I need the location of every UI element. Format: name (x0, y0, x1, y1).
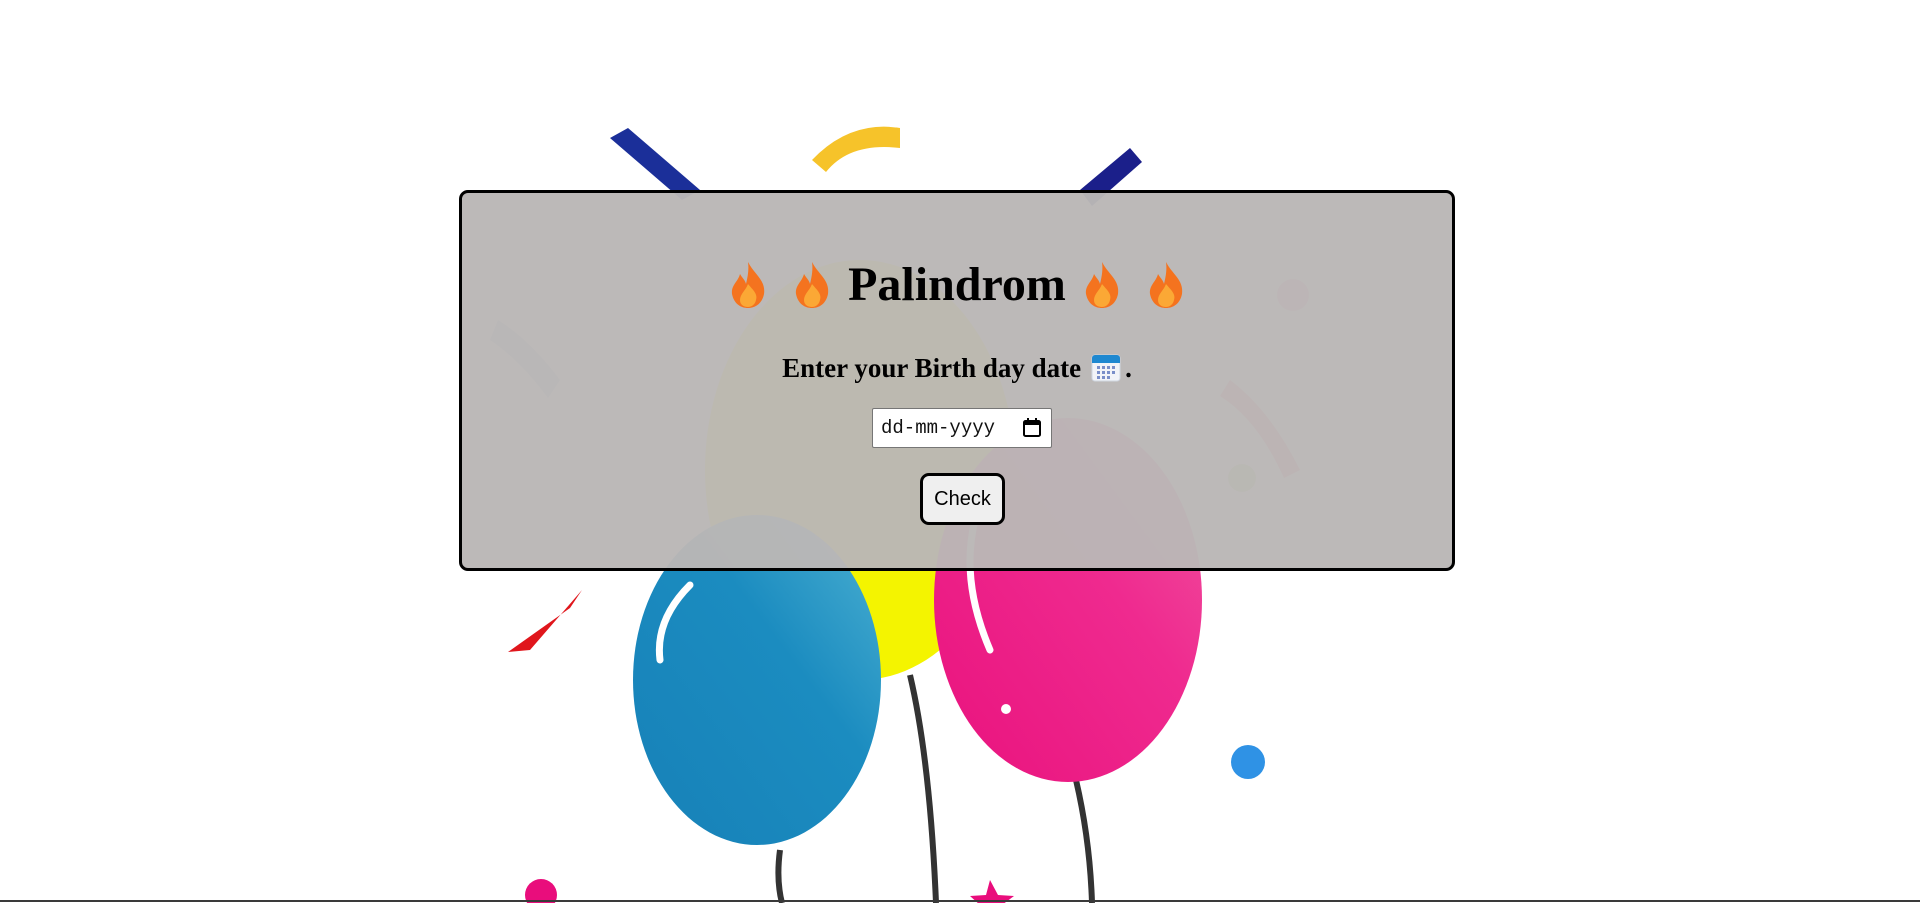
calendar-emoji-icon (1091, 353, 1121, 383)
page-title: Palindrom (848, 258, 1066, 311)
prompt-text: Enter your Birth day date (782, 352, 1082, 383)
check-button[interactable]: Check (920, 473, 1005, 525)
calendar-picker-icon[interactable] (1021, 417, 1043, 439)
birthday-prompt: Enter your Birth day date . (462, 348, 1452, 388)
page-bottom-divider (0, 900, 1920, 902)
title-row: Palindrom (462, 255, 1452, 315)
date-placeholder: dd-mm-yyyy (881, 417, 996, 439)
fire-emoji-icon (1082, 260, 1122, 310)
palindrome-card: Palindrom Enter your Birth day date . dd… (459, 190, 1455, 571)
fire-emoji-icon (728, 260, 768, 310)
birthday-date-input[interactable]: dd-mm-yyyy (872, 408, 1052, 448)
fire-emoji-icon (1146, 260, 1186, 310)
prompt-period: . (1125, 352, 1132, 383)
fire-emoji-icon (792, 260, 832, 310)
